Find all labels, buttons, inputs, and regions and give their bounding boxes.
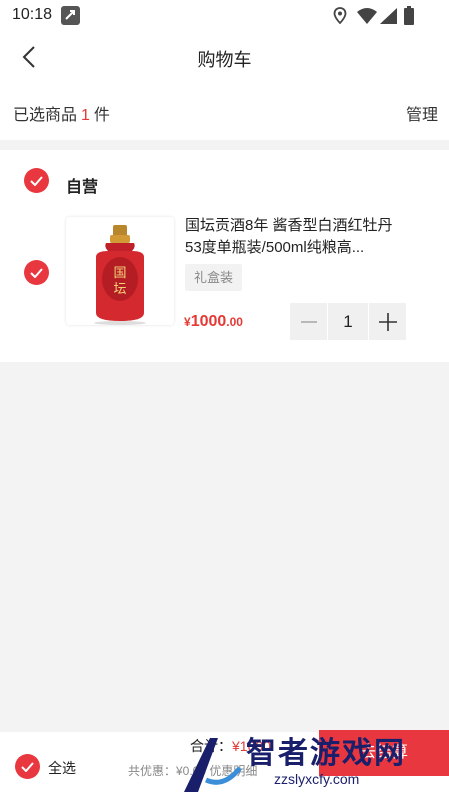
watermark-title: 智者游戏网 [246, 736, 406, 771]
location-icon [333, 7, 347, 29]
status-bar: 10:18 [0, 0, 449, 32]
product-spec[interactable]: 礼盒装 [185, 264, 243, 291]
wifi-icon [357, 8, 377, 29]
price-decimal: .00 [226, 315, 243, 329]
selected-prefix: 已选商品 [13, 107, 78, 124]
item-checkbox[interactable] [24, 260, 49, 285]
page-title: 购物车 [197, 50, 252, 70]
app-notification-icon [61, 6, 80, 25]
price-integer: 1000 [190, 313, 227, 330]
manage-button[interactable]: 管理 [406, 101, 438, 125]
checkmark-icon [21, 761, 34, 772]
signal-icon [380, 8, 397, 29]
selection-summary: 已选商品 1 件 管理 [0, 90, 449, 130]
watermark-logo-icon [184, 738, 242, 792]
product-image[interactable]: 国 坛 [66, 217, 174, 325]
store-name: 自营 [66, 179, 99, 196]
battery-icon [404, 6, 414, 30]
svg-text:国: 国 [113, 266, 126, 281]
watermark: 智者游戏网 zzslyxcfy.com [176, 728, 449, 800]
product-name[interactable]: 国坛贡酒8年 酱香型白酒红牡丹53度单瓶装/500ml纯粮高... [185, 215, 401, 259]
watermark-url: zzslyxcfy.com [274, 771, 360, 787]
price-symbol: ¥ [184, 315, 191, 329]
checkmark-icon [30, 267, 43, 278]
product-price: ¥1000.00 [184, 313, 243, 331]
store-card: 自营 国 坛 国坛贡酒8年 酱香型白酒红牡丹53度单瓶装/500ml纯粮高...… [0, 150, 449, 362]
navigation-bar: 购物车 [0, 32, 449, 82]
select-all-label[interactable]: 全选 [48, 758, 76, 778]
decrease-button[interactable] [290, 303, 327, 340]
quantity-stepper: 1 [290, 303, 406, 340]
status-time: 10:18 [12, 6, 53, 23]
selected-count-text: 已选商品 1 件 [13, 101, 110, 125]
top-area: 10:18 购物车 已选商品 1 件 管理 [0, 0, 449, 140]
plus-icon [378, 312, 397, 331]
quantity-value[interactable]: 1 [328, 303, 368, 340]
svg-text:坛: 坛 [113, 282, 126, 297]
liquor-bottle-image: 国 坛 [94, 225, 146, 325]
minus-icon [300, 320, 317, 323]
select-all-checkbox[interactable] [15, 754, 40, 779]
selected-count: 1 [81, 107, 90, 124]
increase-button[interactable] [369, 303, 406, 340]
checkmark-icon [30, 175, 43, 186]
store-checkbox[interactable] [24, 168, 49, 193]
selected-suffix: 件 [93, 107, 110, 124]
